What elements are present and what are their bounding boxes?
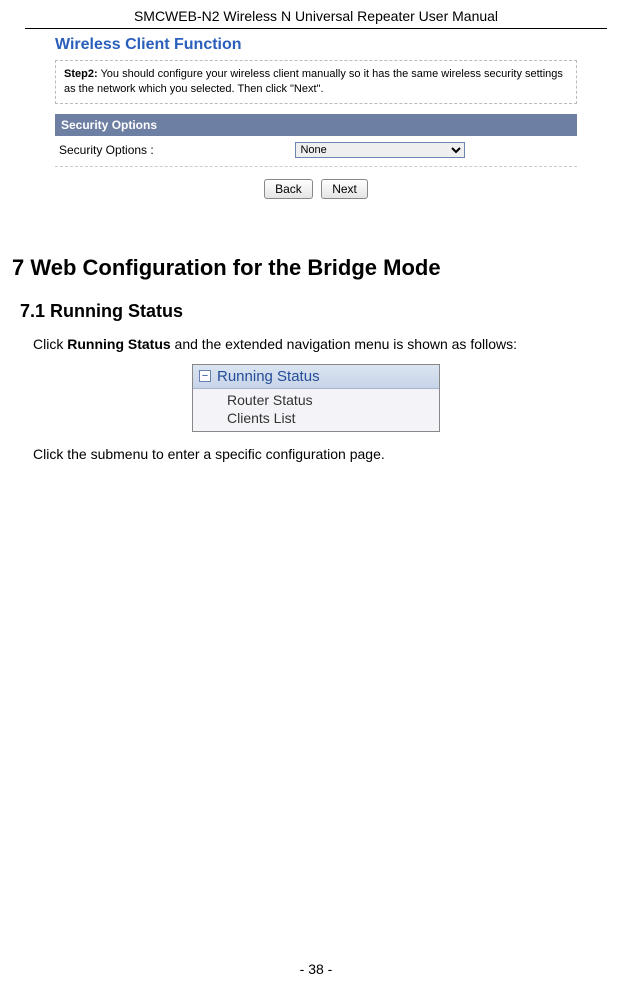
back-button[interactable]: Back bbox=[264, 179, 313, 199]
step-instruction-box: Step2: You should configure your wireles… bbox=[55, 60, 577, 104]
section-7-1-heading: 7.1 Running Status bbox=[20, 301, 632, 322]
p1-part-a: Click bbox=[33, 336, 67, 352]
p1-part-c: and the extended navigation menu is show… bbox=[171, 336, 517, 352]
security-options-header: Security Options bbox=[55, 114, 577, 136]
button-row: Back Next bbox=[55, 167, 577, 199]
nav-item-clients-list[interactable]: Clients List bbox=[227, 409, 439, 427]
section-7-heading: 7 Web Configuration for the Bridge Mode bbox=[12, 255, 632, 281]
nav-submenu: Router Status Clients List bbox=[193, 389, 439, 431]
panel-heading: Wireless Client Function bbox=[55, 34, 577, 60]
collapse-icon[interactable]: − bbox=[199, 370, 211, 382]
security-options-select[interactable]: None bbox=[295, 142, 465, 158]
paragraph-1: Click Running Status and the extended na… bbox=[33, 336, 632, 352]
wireless-client-panel: Wireless Client Function Step2: You shou… bbox=[50, 31, 582, 210]
navigation-menu-screenshot: − Running Status Router Status Clients L… bbox=[192, 364, 440, 432]
nav-menu-header[interactable]: − Running Status bbox=[193, 365, 439, 389]
step-text: You should configure your wireless clien… bbox=[64, 68, 563, 95]
p1-bold: Running Status bbox=[67, 336, 170, 352]
page-number: - 38 - bbox=[0, 961, 632, 977]
security-options-row: Security Options : None bbox=[55, 136, 577, 167]
next-button[interactable]: Next bbox=[321, 179, 368, 199]
step-label: Step2: bbox=[64, 68, 98, 80]
nav-item-router-status[interactable]: Router Status bbox=[227, 391, 439, 409]
nav-head-label: Running Status bbox=[217, 368, 320, 385]
paragraph-2: Click the submenu to enter a specific co… bbox=[33, 446, 632, 462]
security-options-label: Security Options : bbox=[59, 143, 295, 157]
document-header: SMCWEB-N2 Wireless N Universal Repeater … bbox=[25, 0, 607, 29]
